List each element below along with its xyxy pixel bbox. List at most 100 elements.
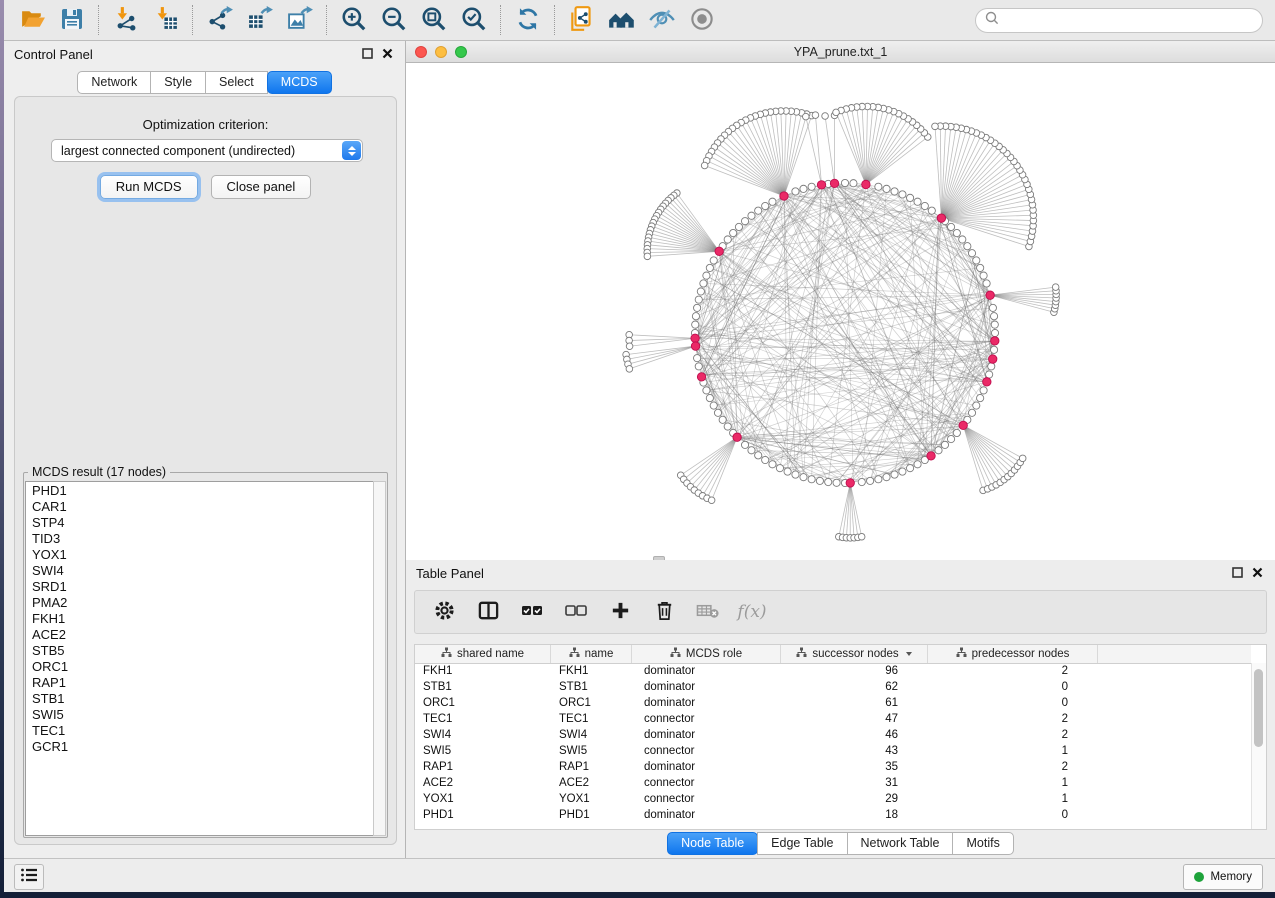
search-box[interactable] xyxy=(975,8,1263,33)
save-session-button[interactable] xyxy=(52,2,92,38)
network-canvas[interactable] xyxy=(406,63,1275,560)
create-column-button[interactable] xyxy=(603,595,637,629)
column-header-label: successor nodes xyxy=(812,648,898,660)
column-header-predecessor-nodes[interactable]: predecessor nodes xyxy=(928,645,1098,663)
table-row[interactable]: YOX1YOX1connector291 xyxy=(415,791,1251,807)
table-row[interactable]: FKH1FKH1dominator962 xyxy=(415,663,1251,679)
refresh-layout-button[interactable] xyxy=(508,2,548,38)
table-cell: 43 xyxy=(781,745,928,757)
table-cell: 1 xyxy=(928,777,1098,789)
table-row[interactable]: PHD1PHD1dominator180 xyxy=(415,807,1251,823)
mcds-result-item[interactable]: FKH1 xyxy=(26,611,375,627)
export-image-icon xyxy=(287,5,314,35)
optimization-criterion-select[interactable]: largest connected component (undirected) xyxy=(51,139,363,162)
network-window-titlebar[interactable]: YPA_prune.txt_1 xyxy=(406,41,1275,63)
mcds-result-list[interactable]: PHD1CAR1STP4TID3YOX1SWI4SRD1PMA2FKH1ACE2… xyxy=(25,481,375,836)
status-bar: Memory xyxy=(4,858,1275,892)
close-mcds-panel-button[interactable]: Close panel xyxy=(211,175,312,199)
table-cell: ACE2 xyxy=(415,777,551,789)
import-table-button[interactable] xyxy=(146,2,186,38)
float-panel-icon[interactable] xyxy=(362,46,373,64)
tab-network-table[interactable]: Network Table xyxy=(847,832,954,855)
column-header-successor-nodes[interactable]: successor nodes xyxy=(781,645,928,663)
mcds-result-item[interactable]: SWI5 xyxy=(26,707,375,723)
mcds-result-item[interactable]: STB5 xyxy=(26,643,375,659)
tab-node-table[interactable]: Node Table xyxy=(667,832,758,855)
column-header-label: predecessor nodes xyxy=(972,648,1070,660)
tab-select[interactable]: Select xyxy=(205,71,268,94)
tab-mcds[interactable]: MCDS xyxy=(267,71,332,94)
sitemap-icon xyxy=(956,647,967,661)
table-cell: ORC1 xyxy=(415,697,551,709)
network-graph[interactable] xyxy=(406,63,1273,560)
zoom-in-button[interactable] xyxy=(334,2,374,38)
table-cell: dominator xyxy=(632,809,781,821)
columns-icon xyxy=(477,599,500,625)
table-row[interactable]: SWI4SWI4dominator462 xyxy=(415,727,1251,743)
show-hidden-button[interactable] xyxy=(682,2,722,38)
table-row[interactable]: ORC1ORC1dominator610 xyxy=(415,695,1251,711)
mcds-result-item[interactable]: ORC1 xyxy=(26,659,375,675)
mcds-result-item[interactable]: RAP1 xyxy=(26,675,375,691)
table-row[interactable]: ACE2ACE2connector311 xyxy=(415,775,1251,791)
mcds-result-item[interactable]: PHD1 xyxy=(26,483,375,499)
column-header-MCDS-role[interactable]: MCDS role xyxy=(632,645,781,663)
zoom-fit-button[interactable] xyxy=(414,2,454,38)
table-scrollbar[interactable] xyxy=(1251,663,1266,829)
mcds-result-item[interactable]: STP4 xyxy=(26,515,375,531)
table-cell: SWI5 xyxy=(551,745,632,757)
table-panel-tabs: Node TableEdge TableNetwork TableMotifs xyxy=(406,832,1275,855)
import-network-button[interactable] xyxy=(106,2,146,38)
mcds-result-item[interactable]: CAR1 xyxy=(26,499,375,515)
deselect-all-rows-button[interactable] xyxy=(559,595,593,629)
mcds-result-item[interactable]: PMA2 xyxy=(26,595,375,611)
tab-style[interactable]: Style xyxy=(150,71,206,94)
table-cell: PHD1 xyxy=(551,809,632,821)
delete-column-button[interactable] xyxy=(647,595,681,629)
search-input[interactable] xyxy=(1000,9,1262,31)
table-row[interactable]: TEC1TEC1connector472 xyxy=(415,711,1251,727)
tab-edge-table[interactable]: Edge Table xyxy=(757,832,847,855)
close-panel-icon[interactable] xyxy=(1252,565,1263,583)
tab-motifs[interactable]: Motifs xyxy=(952,832,1013,855)
mcds-result-item[interactable]: GCR1 xyxy=(26,739,375,755)
zoom-out-button[interactable] xyxy=(374,2,414,38)
table-row[interactable]: SWI5SWI5connector431 xyxy=(415,743,1251,759)
mcds-result-item[interactable]: STB1 xyxy=(26,691,375,707)
open-file-button[interactable] xyxy=(12,2,52,38)
sort-descending-icon xyxy=(906,652,912,656)
export-network-button[interactable] xyxy=(200,2,240,38)
run-mcds-button[interactable]: Run MCDS xyxy=(100,175,198,199)
table-row[interactable]: STB1STB1dominator620 xyxy=(415,679,1251,695)
mcds-result-item[interactable]: TEC1 xyxy=(26,723,375,739)
table-cell: SWI4 xyxy=(551,729,632,741)
zoom-in-icon xyxy=(340,5,368,36)
float-panel-icon[interactable] xyxy=(1232,565,1243,583)
mcds-result-item[interactable]: SWI4 xyxy=(26,563,375,579)
table-scrollbar-thumb[interactable] xyxy=(1254,669,1263,747)
duplicate-network-button[interactable] xyxy=(562,2,602,38)
table-cell: dominator xyxy=(632,697,781,709)
hide-selected-button[interactable] xyxy=(642,2,682,38)
mcds-result-item[interactable]: TID3 xyxy=(26,531,375,547)
export-table-button[interactable] xyxy=(240,2,280,38)
column-settings-button[interactable] xyxy=(427,595,461,629)
eye-icon xyxy=(687,5,717,36)
tab-network[interactable]: Network xyxy=(77,71,151,94)
mcds-result-item[interactable]: SRD1 xyxy=(26,579,375,595)
zoom-selected-button[interactable] xyxy=(454,2,494,38)
table-cell: 0 xyxy=(928,697,1098,709)
mcds-result-item[interactable]: ACE2 xyxy=(26,627,375,643)
select-all-rows-button[interactable] xyxy=(515,595,549,629)
show-columns-button[interactable] xyxy=(471,595,505,629)
column-header-name[interactable]: name xyxy=(551,645,632,663)
mcds-result-item[interactable]: YOX1 xyxy=(26,547,375,563)
column-header-shared-name[interactable]: shared name xyxy=(415,645,551,663)
mcds-list-scrollbar[interactable] xyxy=(373,481,386,836)
export-image-button[interactable] xyxy=(280,2,320,38)
memory-button[interactable]: Memory xyxy=(1183,864,1263,890)
table-row[interactable]: RAP1RAP1dominator352 xyxy=(415,759,1251,775)
task-history-button[interactable] xyxy=(14,864,44,890)
close-panel-icon[interactable] xyxy=(382,46,393,64)
show-all-networks-button[interactable] xyxy=(602,2,642,38)
